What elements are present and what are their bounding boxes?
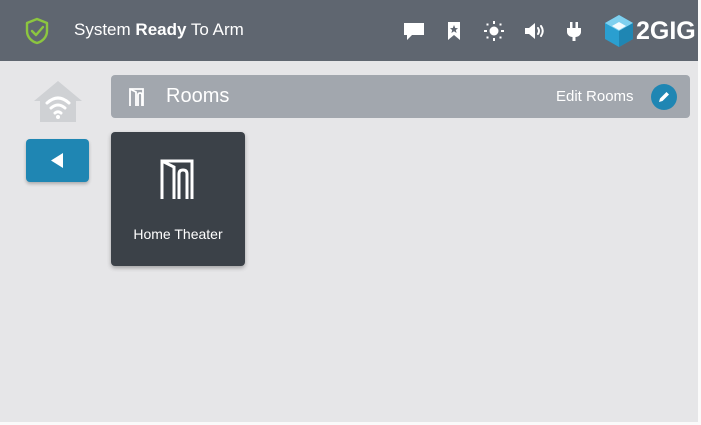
edit-rooms-button[interactable] — [651, 84, 677, 110]
home-wifi-icon[interactable] — [32, 78, 84, 124]
system-status-text[interactable]: System Ready To Arm — [74, 20, 244, 40]
page-title: Rooms — [166, 85, 230, 107]
rooms-header: Rooms Edit Rooms — [111, 75, 690, 118]
brand-cube-icon — [605, 15, 633, 47]
status-bar: System Ready To Arm 2GIG — [0, 0, 701, 61]
speaker-icon[interactable] — [523, 20, 547, 42]
app-screen: System Ready To Arm 2GIG Rooms Edit Room… — [0, 0, 701, 425]
back-arrow-icon — [51, 153, 63, 168]
brand-logo: 2GIG — [603, 13, 699, 49]
door-icon — [129, 88, 144, 106]
edit-rooms-link[interactable]: Edit Rooms — [556, 88, 634, 105]
pencil-icon — [659, 92, 669, 102]
message-icon[interactable] — [402, 20, 426, 42]
brand-name: 2GIG — [636, 17, 696, 45]
brightness-icon[interactable] — [481, 20, 507, 42]
status-state: Ready — [135, 20, 187, 39]
back-button[interactable] — [26, 139, 89, 182]
power-plug-icon[interactable] — [565, 20, 583, 42]
door-icon — [160, 159, 194, 199]
room-tile-label: Home Theater — [133, 226, 223, 242]
status-prefix: System — [74, 20, 131, 39]
shield-check-icon[interactable] — [24, 17, 50, 45]
room-tile[interactable]: Home Theater — [111, 132, 245, 266]
bookmark-icon[interactable] — [447, 20, 461, 42]
status-suffix: To Arm — [190, 20, 244, 39]
